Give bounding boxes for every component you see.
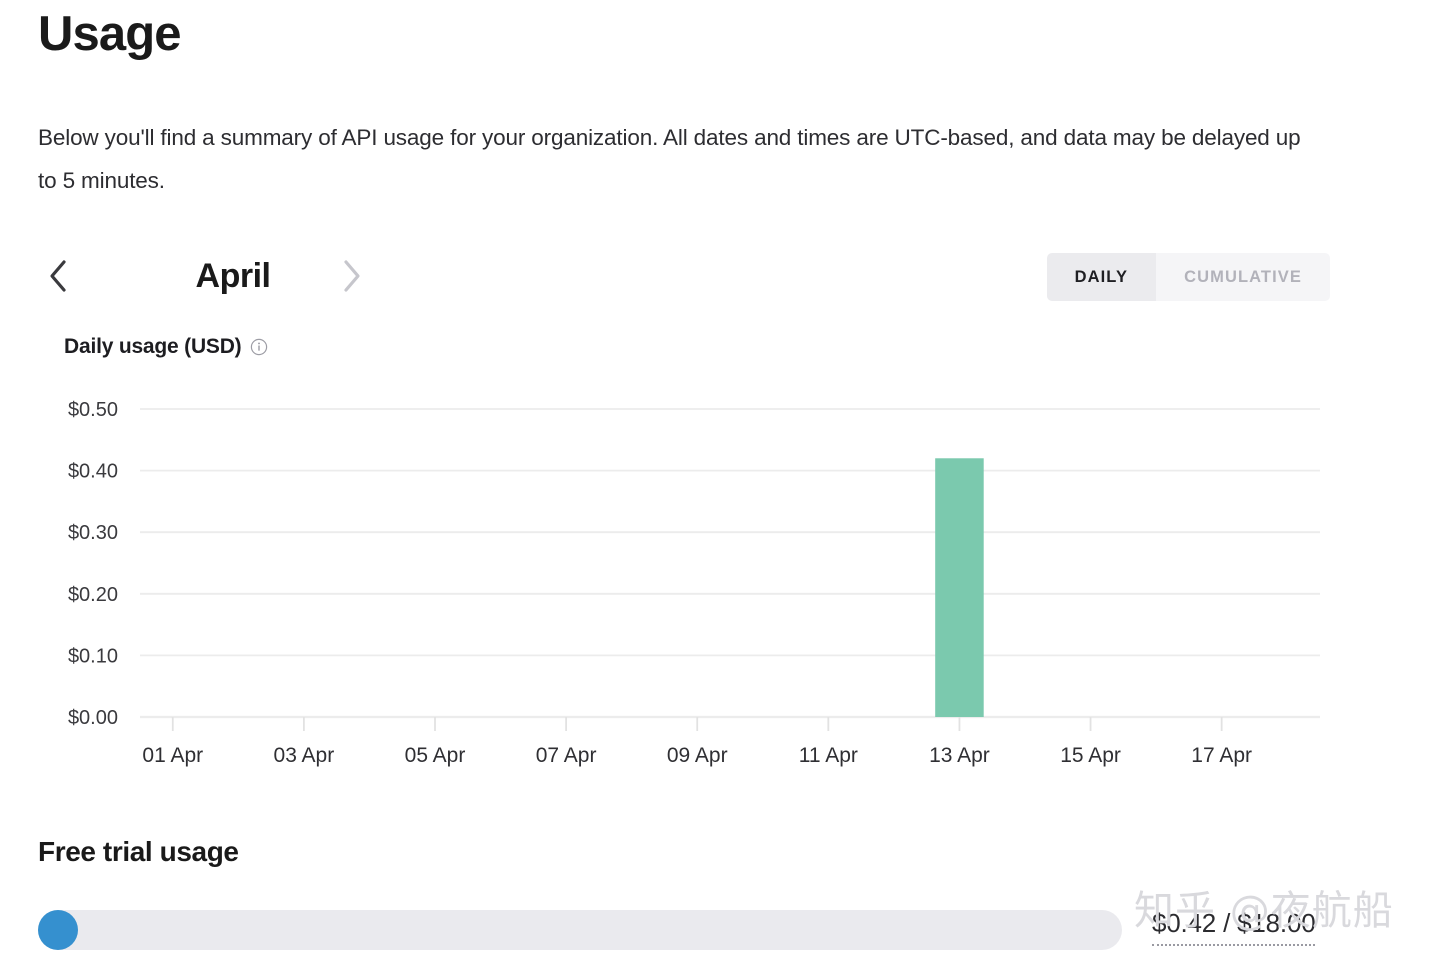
x-axis-tick-label: 13 Apr	[929, 744, 990, 767]
page-title: Usage	[38, 7, 181, 61]
progress-fill	[38, 910, 78, 950]
y-axis-tick-label: $0.10	[68, 645, 118, 667]
current-month-label: April	[195, 257, 271, 295]
y-axis-tick-label: $0.40	[68, 461, 118, 483]
y-axis-tick-label: $0.00	[68, 707, 118, 729]
free-trial-progress[interactable]	[38, 910, 1122, 950]
chart-heading-label: Daily usage (USD)	[64, 335, 242, 358]
view-mode-toggle: DAILY CUMULATIVE	[1046, 253, 1330, 301]
tab-cumulative[interactable]: CUMULATIVE	[1156, 253, 1330, 301]
x-axis-tick-label: 09 Apr	[667, 744, 728, 767]
info-circle-icon[interactable]	[250, 338, 268, 356]
previous-month-button[interactable]	[38, 248, 78, 304]
x-axis-tick-label: 11 Apr	[799, 744, 858, 767]
page-description: Below you'll find a summary of API usage…	[38, 125, 1301, 193]
tab-daily[interactable]: DAILY	[1046, 253, 1157, 301]
free-trial-value[interactable]: $0.42 / $18.00	[1152, 908, 1316, 946]
x-axis-tick-label: 07 Apr	[536, 744, 597, 767]
chart-canvas: $0.50 $0.40 $0.30 $0.20 $0.10 $0.00 01 Apr 03 A…	[68, 399, 1320, 767]
y-axis-tick-label: $0.50	[68, 399, 118, 421]
chart-bar[interactable]	[935, 458, 984, 717]
chevron-right-icon	[341, 259, 363, 293]
x-axis-tick-label: 05 Apr	[405, 744, 466, 767]
free-trial-title: Free trial usage	[38, 836, 239, 867]
x-axis-tick-label: 01 Apr	[142, 744, 203, 767]
daily-usage-chart: $0.50 $0.40 $0.30 $0.20 $0.10 $0.00 01 Apr 03 A…	[0, 380, 1400, 780]
x-axis-tick-label: 03 Apr	[274, 744, 335, 767]
y-axis-tick-label: $0.30	[68, 522, 118, 544]
x-axis-tick-label: 17 Apr	[1191, 744, 1252, 767]
chart-heading: Daily usage (USD)	[64, 335, 268, 359]
next-month-button[interactable]	[332, 248, 372, 304]
progress-track	[38, 910, 1122, 950]
x-axis-tick-label: 15 Apr	[1060, 744, 1121, 767]
usage-page: Usage Below you'll find a summary of API…	[0, 0, 1440, 964]
chevron-left-icon	[47, 259, 69, 293]
y-axis-tick-label: $0.20	[68, 584, 118, 606]
month-nav-row: April DAILY CUMULATIVE	[38, 248, 1330, 304]
